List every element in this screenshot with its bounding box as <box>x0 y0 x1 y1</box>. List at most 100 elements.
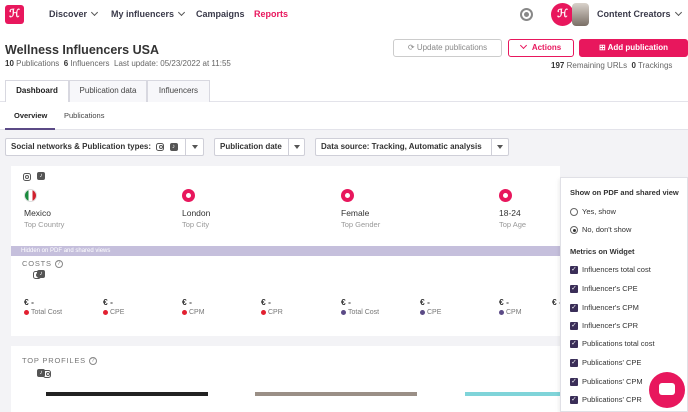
no-show-label[interactable]: No, don't show <box>582 225 631 234</box>
tiktok-icon: ♪ <box>37 172 45 180</box>
purple-dot-icon <box>499 309 504 315</box>
report-header: Wellness Influencers USA 10 Publications… <box>0 30 688 103</box>
costs-title: COSTS? <box>22 259 63 269</box>
nav-my-influencers[interactable]: My influencers <box>111 8 186 19</box>
metric-checkbox[interactable]: ✓ <box>570 378 578 386</box>
chevron-down-icon <box>90 8 99 17</box>
metric-checkbox[interactable]: ✓ <box>570 266 578 274</box>
add-publication-button[interactable]: ⊞ Add publication <box>579 39 688 57</box>
chat-support-icon[interactable] <box>649 372 685 408</box>
cost-label: CPE <box>103 309 124 316</box>
metric-checkbox[interactable]: ✓ <box>570 285 578 293</box>
target-icon <box>499 189 512 202</box>
location-pin-icon <box>182 189 195 202</box>
subtab-publications[interactable]: Publications <box>64 111 104 120</box>
show-on-pdf-title: Show on PDF and shared view <box>570 188 679 197</box>
nav-reports[interactable]: Reports <box>254 9 288 19</box>
update-publications-button[interactable]: ⟳ Update publications <box>393 39 502 57</box>
yes-show-label[interactable]: Yes, show <box>582 207 616 216</box>
report-meta: 10 Publications 6 Influencers Last updat… <box>5 59 231 68</box>
top-city-label: Top City <box>182 220 210 229</box>
profile-thumbnail[interactable] <box>255 392 417 396</box>
cost-value: € - <box>261 297 271 307</box>
tiktok-icon: ♪ <box>169 142 178 151</box>
red-dot-icon <box>261 309 266 315</box>
chevron-down-icon <box>519 41 527 50</box>
female-icon <box>341 189 354 202</box>
data-source-filter[interactable]: Data source: Tracking, Automatic analysi… <box>315 138 509 156</box>
publication-date-filter[interactable]: Publication date <box>214 138 305 156</box>
cost-label: CPM <box>182 309 205 316</box>
top-country-value: Mexico <box>24 208 51 218</box>
metric-label[interactable]: Publications' CPE <box>582 358 641 367</box>
cost-value: € - <box>24 297 34 307</box>
help-icon[interactable]: ? <box>88 357 97 366</box>
publications-count: 10 <box>5 59 14 68</box>
social-networks-filter[interactable]: Social networks & Publication types: ♪ <box>5 138 204 156</box>
instagram-icon <box>23 172 31 181</box>
red-dot-icon <box>24 309 29 315</box>
metric-label[interactable]: Influencers total cost <box>582 265 651 274</box>
help-icon[interactable]: ? <box>54 260 63 269</box>
top-country-label: Top Country <box>24 220 65 229</box>
tab-publication-data[interactable]: Publication data <box>69 80 147 102</box>
cost-value: € - <box>420 297 430 307</box>
cost-label: Total Cost <box>341 309 379 316</box>
profile-thumbnail[interactable] <box>465 392 560 396</box>
hidden-on-pdf-banner: Hidden on PDF and shared views <box>11 246 560 256</box>
mexico-flag-icon <box>24 189 37 202</box>
user-avatar[interactable] <box>572 3 589 26</box>
audience-card <box>11 166 560 246</box>
cost-value: € - <box>182 297 192 307</box>
metric-checkbox[interactable]: ✓ <box>570 340 578 348</box>
remaining-counts: 197 Remaining URLs 0 Trackings <box>551 61 673 70</box>
metric-checkbox[interactable]: ✓ <box>570 359 578 367</box>
no-show-radio[interactable] <box>570 226 578 234</box>
metric-label[interactable]: Publications' CPR <box>582 395 642 404</box>
yes-show-radio[interactable] <box>570 208 578 216</box>
metric-label[interactable]: Publications' CPM <box>582 377 643 386</box>
chevron-down-icon <box>294 145 300 149</box>
filter-bar: Social networks & Publication types: ♪ P… <box>0 130 688 166</box>
tiktok-icon: ♪ <box>37 369 45 377</box>
profile-thumbnail[interactable] <box>46 392 208 396</box>
account-menu[interactable]: Content Creators <box>597 8 682 19</box>
red-dot-icon <box>103 309 108 315</box>
metric-label[interactable]: Publications total cost <box>582 339 655 348</box>
chevron-down-icon <box>674 8 682 17</box>
metric-checkbox[interactable]: ✓ <box>570 304 578 312</box>
subtab-overview[interactable]: Overview <box>14 111 47 120</box>
metric-checkbox[interactable]: ✓ <box>570 396 578 404</box>
purple-dot-icon <box>341 309 346 315</box>
app-logo[interactable]: ℋ <box>5 5 24 24</box>
top-navbar: ℋ Discover My influencers Campaigns Repo… <box>0 0 688 30</box>
nav-discover[interactable]: Discover <box>49 8 99 19</box>
chevron-down-icon <box>177 8 186 17</box>
cost-label: CPM <box>499 309 522 316</box>
last-update: Last update: 05/23/2022 at 11:55 <box>114 59 231 68</box>
cost-value: € - <box>103 297 113 307</box>
tab-dashboard[interactable]: Dashboard <box>5 80 69 103</box>
top-age-label: Top Age <box>499 220 527 229</box>
tiktok-icon: ♪ <box>37 270 45 278</box>
nav-campaigns[interactable]: Campaigns <box>196 9 245 19</box>
sub-navigation: Overview Publications <box>0 102 688 130</box>
tab-influencers[interactable]: Influencers <box>147 80 210 102</box>
purple-dot-icon <box>420 309 425 315</box>
top-age-value: 18-24 <box>499 208 521 218</box>
cost-value: € - <box>341 297 351 307</box>
page-title: Wellness Influencers USA <box>5 43 159 57</box>
metric-label[interactable]: Influencer's CPE <box>582 284 638 293</box>
top-city-value: London <box>182 208 211 218</box>
chevron-down-icon <box>192 145 198 149</box>
brand-avatar[interactable]: ℋ <box>551 3 574 26</box>
costs-card <box>11 256 560 336</box>
metric-label[interactable]: Influencer's CPR <box>582 321 638 330</box>
gear-icon[interactable] <box>520 8 533 21</box>
top-gender-label: Top Gender <box>341 220 381 229</box>
red-dot-icon <box>182 309 187 315</box>
instagram-icon <box>156 142 165 151</box>
metric-label[interactable]: Influencer's CPM <box>582 303 639 312</box>
actions-button[interactable]: Actions <box>508 39 574 57</box>
metric-checkbox[interactable]: ✓ <box>570 322 578 330</box>
